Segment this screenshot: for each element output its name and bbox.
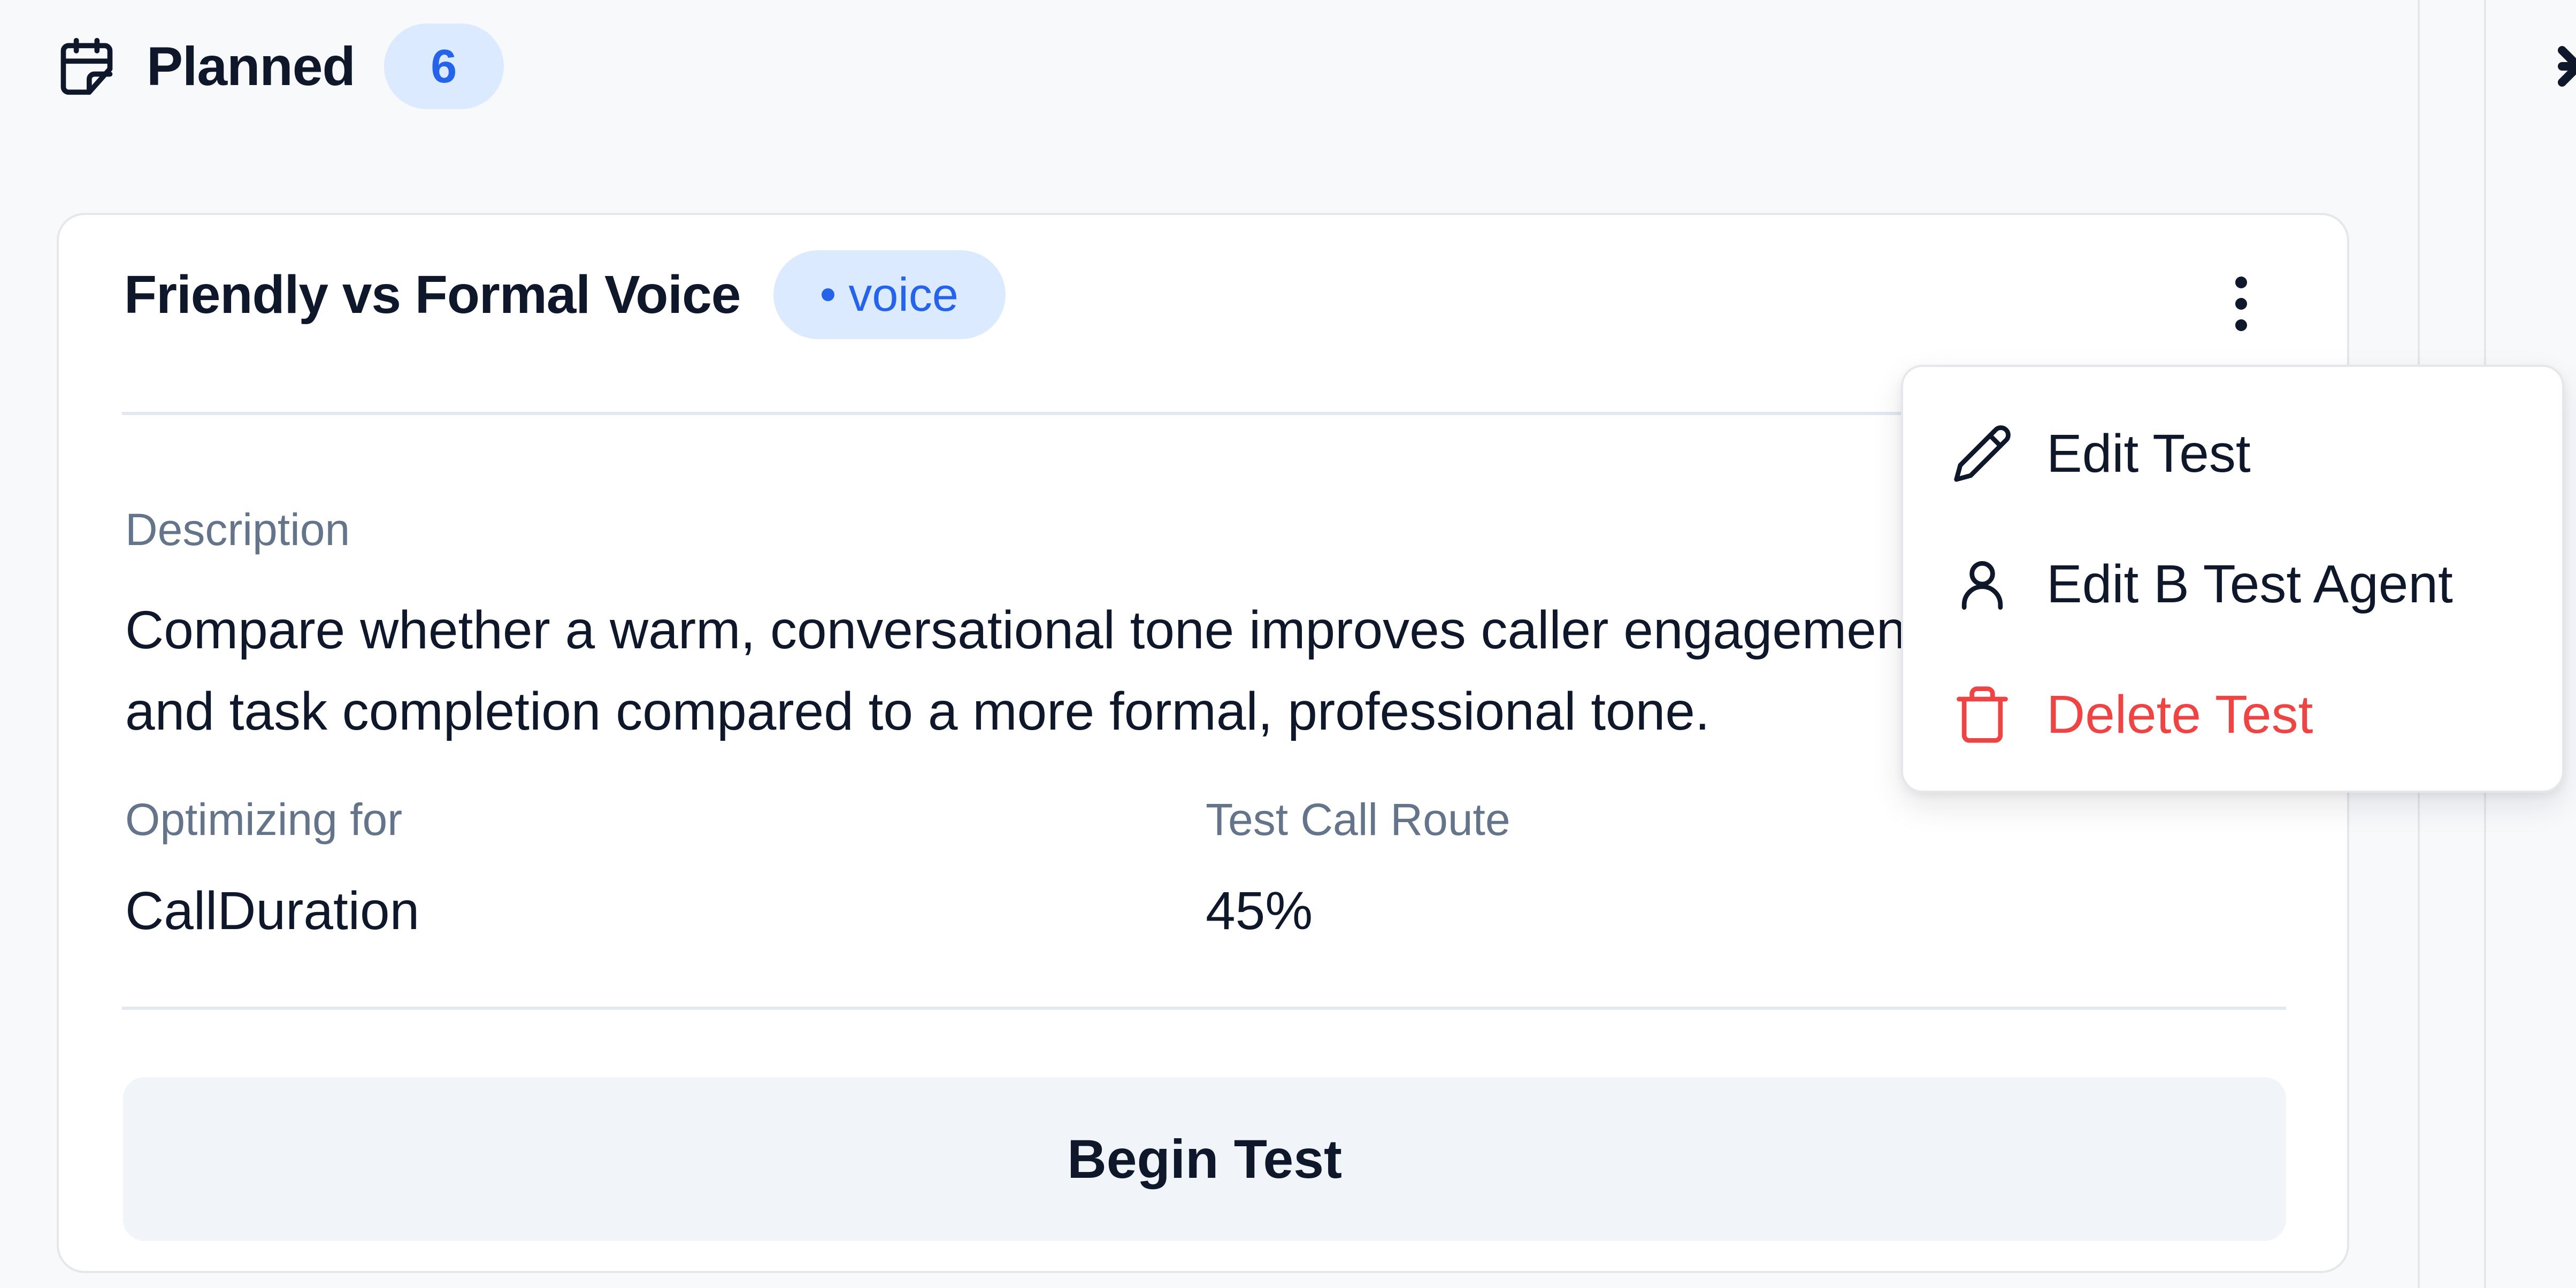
calendar-icon bbox=[60, 37, 113, 95]
card-title-row: Friendly vs Formal Voice voice bbox=[124, 250, 1006, 339]
user-icon bbox=[1961, 561, 2003, 610]
menu-item-label: Edit B Test Agent bbox=[2046, 554, 2453, 614]
begin-test-button[interactable]: Begin Test bbox=[123, 1077, 2286, 1241]
menu-item-edit-agent[interactable]: Edit B Test Agent bbox=[1903, 519, 2562, 649]
trash-icon bbox=[1957, 686, 2008, 743]
pencil-icon bbox=[1954, 425, 2011, 482]
divider bbox=[122, 1007, 2286, 1010]
optimizing-value: CallDuration bbox=[125, 881, 420, 941]
menu-item-delete-test[interactable]: Delete Test bbox=[1903, 649, 2562, 780]
count-badge: 6 bbox=[384, 24, 504, 109]
menu-item-edit-test[interactable]: Edit Test bbox=[1903, 388, 2562, 519]
description-label: Description bbox=[125, 504, 350, 555]
collapse-icon[interactable] bbox=[2551, 34, 2576, 98]
column-title: Planned bbox=[147, 35, 356, 97]
menu-item-label: Edit Test bbox=[2046, 423, 2251, 484]
optimizing-label: Optimizing for bbox=[125, 794, 403, 845]
card-options-menu: Edit Test Edit B Test Agent Delete Test bbox=[1901, 365, 2564, 793]
menu-item-label: Delete Test bbox=[2046, 684, 2313, 745]
voice-tag: voice bbox=[773, 250, 1006, 339]
card-title: Friendly vs Formal Voice bbox=[124, 264, 741, 325]
column-header: Planned 6 bbox=[56, 24, 504, 109]
description-text: Compare whether a warm, conversational t… bbox=[125, 600, 1921, 741]
route-value: 45% bbox=[1206, 881, 1313, 941]
tag-dot bbox=[822, 288, 835, 301]
tag-label: voice bbox=[848, 268, 959, 321]
more-options-icon[interactable] bbox=[2204, 266, 2279, 341]
route-label: Test Call Route bbox=[1206, 794, 1511, 845]
